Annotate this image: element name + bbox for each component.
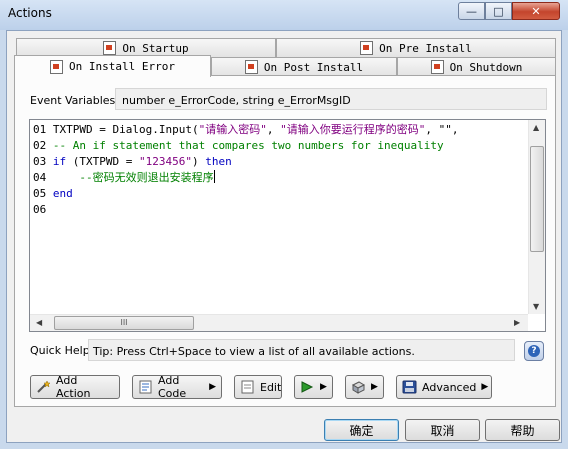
maximize-icon: □ [493, 4, 504, 18]
clipboard-icon [351, 380, 366, 394]
minimize-button[interactable]: — [458, 2, 485, 20]
close-button[interactable]: ✕ [512, 2, 560, 20]
code-line: 04 --密码无效则退出安装程序 [33, 170, 215, 184]
tab-on-post-install[interactable]: On Post Install [211, 57, 397, 76]
clipboard-button[interactable]: ▶ [345, 375, 384, 399]
horizontal-scrollbar[interactable]: ◀ III ▶ [30, 314, 528, 331]
move-button[interactable]: ▶ [294, 375, 333, 399]
add-action-button[interactable]: Add Action [30, 374, 120, 400]
help-icon[interactable]: ? [524, 341, 544, 361]
quick-help-text: Tip: Press Ctrl+Space to view a list of … [88, 339, 515, 361]
text-caret [213, 170, 215, 183]
code-line: 05 end [33, 187, 73, 200]
maximize-button[interactable]: □ [485, 2, 512, 20]
tab-on-pre-install[interactable]: On Pre Install [276, 38, 556, 57]
wand-icon [36, 380, 51, 394]
code-text[interactable]: 01 TXTPWD = Dialog.Input("请输入密码", "请输入你要… [33, 122, 526, 312]
code-page-icon [138, 380, 153, 394]
dropdown-arrow-icon: ▶ [320, 382, 327, 392]
edit-label: Edit [260, 380, 282, 394]
tab-label: On Post Install [263, 60, 364, 74]
dropdown-arrow-icon: ▶ [371, 382, 378, 392]
script-icon [103, 41, 117, 55]
tab-label: On Install Error [69, 60, 175, 73]
green-arrow-icon [300, 380, 315, 394]
add-code-label: Add Code [158, 374, 187, 400]
code-line: 02 -- An if statement that compares two … [33, 139, 444, 152]
event-variables-field: number e_ErrorCode, string e_ErrorMsgID [115, 88, 547, 110]
tab-on-install-error[interactable]: On Install Error [14, 55, 211, 77]
edit-button[interactable]: Edit [234, 375, 282, 399]
close-icon: ✕ [531, 4, 541, 18]
disk-icon [402, 380, 417, 394]
grip-icon: III [120, 318, 128, 327]
edit-icon [240, 380, 255, 394]
ok-button[interactable]: 确定 [324, 419, 399, 441]
event-variables-label: Event Variables: [30, 94, 119, 107]
code-line: 06 [33, 203, 47, 216]
quick-help-label: Quick Help: [30, 344, 94, 357]
code-line: 01 TXTPWD = Dialog.Input("请输入密码", "请输入你要… [33, 123, 466, 136]
vertical-scroll-thumb[interactable] [530, 146, 544, 252]
dropdown-arrow-icon: ▶ [481, 382, 489, 392]
scroll-up-icon[interactable]: ▲ [533, 123, 539, 132]
script-icon [430, 60, 444, 74]
code-editor[interactable]: 01 TXTPWD = Dialog.Input("请输入密码", "请输入你要… [29, 119, 546, 332]
minimize-icon: — [466, 4, 477, 18]
scroll-down-icon[interactable]: ▼ [533, 302, 539, 311]
help-button[interactable]: 帮助 [485, 419, 560, 441]
advanced-button[interactable]: Advanced ▶ [396, 375, 492, 399]
horizontal-scroll-thumb[interactable]: III [54, 316, 194, 330]
vertical-scrollbar[interactable]: ▲ ▼ [528, 120, 545, 314]
tab-label: On Pre Install [379, 41, 472, 55]
advanced-label: Advanced [422, 380, 477, 394]
tab-label: On Shutdown [449, 60, 523, 74]
add-code-button[interactable]: Add Code ▶ [132, 374, 222, 400]
cancel-button[interactable]: 取消 [405, 419, 480, 441]
tab-on-shutdown[interactable]: On Shutdown [397, 57, 556, 76]
tab-label: On Startup [122, 41, 189, 55]
code-line: 03 if (TXTPWD = "123456") then [33, 155, 232, 168]
script-icon [244, 60, 258, 74]
scroll-right-icon[interactable]: ▶ [514, 318, 520, 327]
scroll-left-icon[interactable]: ◀ [36, 318, 42, 327]
script-icon [50, 59, 64, 74]
window-title: Actions [8, 6, 52, 20]
add-action-label: Add Action [56, 374, 91, 400]
script-icon [360, 41, 374, 55]
dropdown-arrow-icon: ▶ [209, 382, 216, 392]
